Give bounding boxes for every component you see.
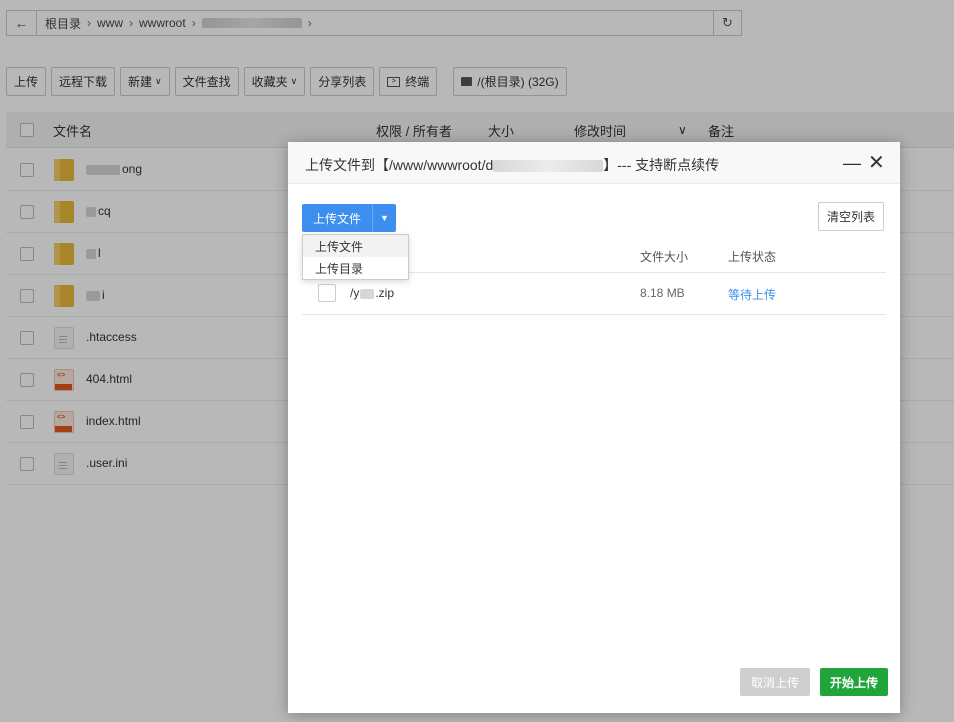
upload-file-name: /y .zip xyxy=(350,286,395,300)
divider xyxy=(302,314,886,315)
col-file-size: 文件大小 xyxy=(640,250,689,264)
upload-status: 等待上传 xyxy=(728,288,777,302)
upload-dropdown-menu: 上传文件 上传目录 xyxy=(302,234,409,280)
upload-file-button[interactable]: 上传文件 xyxy=(302,204,373,232)
title-redacted xyxy=(493,160,604,173)
start-upload-button[interactable]: 开始上传 xyxy=(820,668,889,696)
upload-row-checkbox[interactable] xyxy=(318,284,336,302)
upload-file-size: 8.18 MB xyxy=(640,286,685,300)
upload-file-split-button[interactable]: 上传文件 ▼ xyxy=(302,204,397,232)
cancel-upload-button[interactable]: 取消上传 xyxy=(740,668,811,696)
clear-list-button[interactable]: 清空列表 xyxy=(818,202,885,231)
caret-down-icon[interactable]: ▼ xyxy=(372,204,397,232)
menu-item-upload-folder[interactable]: 上传目录 xyxy=(303,257,408,279)
col-upload-status: 上传状态 xyxy=(728,250,777,264)
minimize-icon[interactable]: — xyxy=(843,153,861,174)
dialog-header: 上传文件到【/www/wwwroot/d 】--- 支持断点续传 — ✕ xyxy=(288,142,900,184)
close-icon[interactable]: ✕ xyxy=(868,150,885,175)
menu-item-upload-file[interactable]: 上传文件 xyxy=(303,235,408,257)
dialog-title: 上传文件到【/www/wwwroot/d 】--- 支持断点续传 xyxy=(305,157,720,173)
upload-dialog: 上传文件到【/www/wwwroot/d 】--- 支持断点续传 — ✕ 上传文件… xyxy=(288,142,900,713)
